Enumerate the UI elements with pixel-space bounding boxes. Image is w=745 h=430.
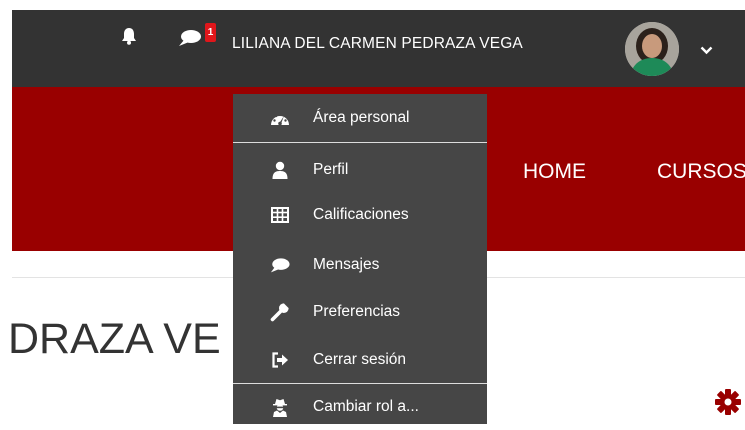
user-secret-icon [270, 397, 290, 417]
page-title: DRAZA VE [8, 315, 221, 363]
menu-item-calificaciones[interactable]: Calificaciones [233, 192, 487, 238]
menu-item-label: Perfil [313, 161, 349, 178]
dashboard-icon [270, 108, 290, 128]
comment-icon [270, 255, 290, 275]
table-icon [270, 205, 290, 225]
menu-item-label: Cambiar rol a... [313, 398, 419, 415]
message-count-badge: 1 [205, 23, 216, 42]
menu-item-label: Área personal [313, 109, 410, 126]
menu-item-cerrar-sesion[interactable]: Cerrar sesión [233, 337, 487, 383]
menu-item-mensajes[interactable]: Mensajes [233, 242, 487, 288]
menu-item-perfil[interactable]: Perfil [233, 147, 487, 193]
wrench-icon [270, 302, 290, 322]
bell-icon[interactable] [121, 27, 137, 50]
menu-item-label: Mensajes [313, 256, 380, 273]
menu-divider [233, 142, 487, 143]
user-name[interactable]: LILIANA DEL CARMEN PEDRAZA VEGA [232, 35, 523, 53]
nav-link-cursos[interactable]: CURSOS [657, 160, 745, 184]
menu-item-label: Cerrar sesión [313, 351, 407, 368]
nav-link-home[interactable]: HOME [523, 160, 586, 184]
sign-out-icon [270, 350, 290, 370]
avatar[interactable] [625, 22, 679, 76]
chevron-down-icon[interactable] [700, 42, 713, 60]
menu-item-label: Preferencias [313, 303, 401, 320]
menu-item-cambiar-rol[interactable]: Cambiar rol a... [233, 384, 487, 430]
menu-item-area-personal[interactable]: Área personal [233, 95, 487, 141]
chat-bubble-icon[interactable] [178, 29, 202, 52]
user-dropdown-menu: Área personal Perfil Calificaciones Mens… [233, 94, 487, 424]
menu-item-preferencias[interactable]: Preferencias [233, 289, 487, 335]
menu-item-label: Calificaciones [313, 206, 409, 223]
gear-icon[interactable] [715, 389, 741, 420]
user-icon [270, 160, 290, 180]
